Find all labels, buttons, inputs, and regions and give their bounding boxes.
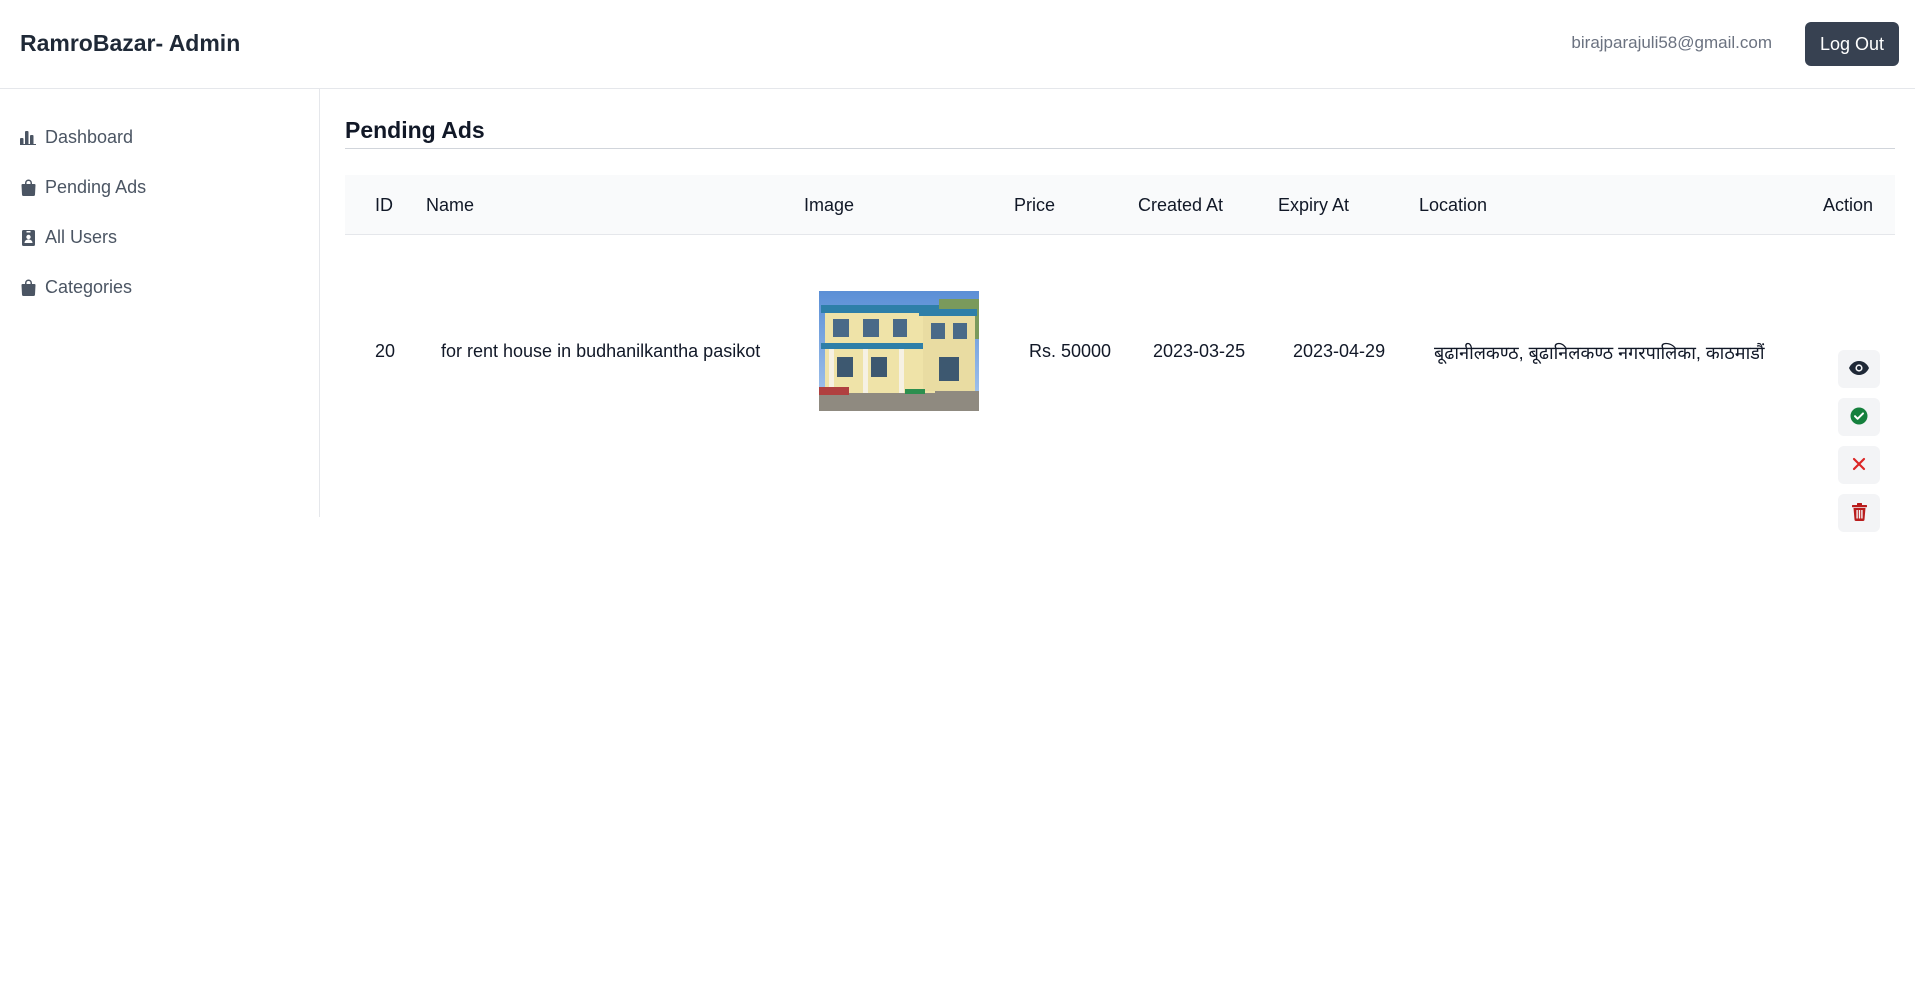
view-button[interactable] xyxy=(1838,350,1880,388)
delete-button[interactable] xyxy=(1838,494,1880,532)
approve-button[interactable] xyxy=(1838,398,1880,436)
table-header: ID Name Image Price Created At Expiry At… xyxy=(345,175,1895,235)
column-header-id: ID xyxy=(375,195,393,215)
sidebar: Dashboard Pending Ads All Users Categori… xyxy=(0,89,320,517)
reject-button[interactable] xyxy=(1838,446,1880,484)
cell-location: बूढानीलकण्ठ, बूढानिलकण्ठ नगरपालिका, काठम… xyxy=(1434,343,1765,363)
cell-name: for rent house in budhanilkantha pasikot xyxy=(441,341,761,361)
column-header-image: Image xyxy=(804,195,855,215)
check-circle-icon xyxy=(1850,407,1868,428)
sidebar-item-dashboard[interactable]: Dashboard xyxy=(20,122,133,152)
cell-expiry-at: 2023-04-29 xyxy=(1293,341,1386,361)
column-header-created-at: Created At xyxy=(1138,195,1224,215)
ad-image xyxy=(819,291,979,411)
chart-bar-icon xyxy=(20,128,36,146)
sidebar-item-label: All Users xyxy=(45,226,118,247)
title-divider xyxy=(345,148,1895,149)
top-header: RamroBazar- Admin birajparajuli58@gmail.… xyxy=(0,0,1915,89)
column-header-name: Name xyxy=(426,195,475,215)
shopping-bag-icon xyxy=(20,278,36,296)
table-row: 20 for rent house in budhanilkantha pasi… xyxy=(345,236,1895,532)
shopping-bag-icon xyxy=(20,178,36,196)
sidebar-item-label: Categories xyxy=(45,276,133,297)
column-header-expiry-at: Expiry At xyxy=(1278,195,1350,215)
cell-price: Rs. 50000 xyxy=(1029,341,1112,361)
column-header-action: Action xyxy=(1823,195,1874,215)
brand-title: RamroBazar- Admin xyxy=(20,30,241,56)
column-header-location: Location xyxy=(1419,195,1488,215)
cell-id: 20 xyxy=(375,341,396,361)
sidebar-item-categories[interactable]: Categories xyxy=(20,272,132,302)
sidebar-item-label: Pending Ads xyxy=(45,176,147,197)
sidebar-item-all-users[interactable]: All Users xyxy=(20,222,117,252)
user-email: birajparajuli58@gmail.com xyxy=(1571,33,1772,52)
column-header-price: Price xyxy=(1014,195,1056,215)
sidebar-item-label: Dashboard xyxy=(45,126,134,147)
cell-created-at: 2023-03-25 xyxy=(1153,341,1246,361)
close-icon xyxy=(1852,457,1866,474)
sidebar-item-pending-ads[interactable]: Pending Ads xyxy=(20,172,146,202)
logout-button[interactable]: Log Out xyxy=(1805,22,1899,66)
eye-icon xyxy=(1849,360,1869,378)
trash-icon xyxy=(1851,502,1867,524)
page-title: Pending Ads xyxy=(345,117,485,143)
id-badge-icon xyxy=(20,228,36,246)
